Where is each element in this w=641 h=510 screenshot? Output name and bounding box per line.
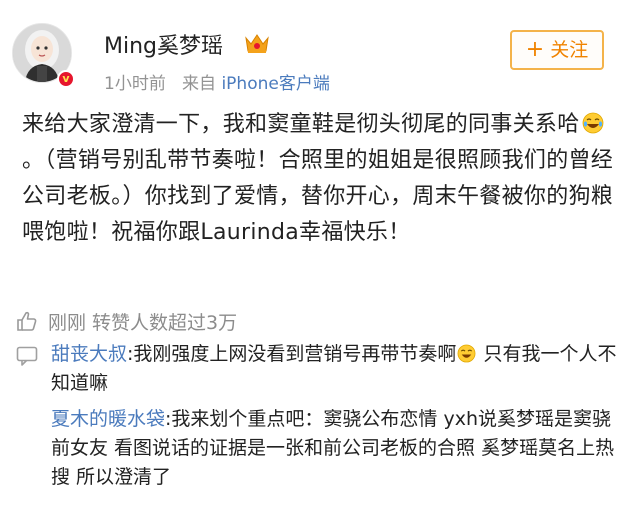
- laugh-cry-emoji-icon: [582, 112, 603, 134]
- post-text: 来给大家澄清一下，我和窦童鞋是彻头彻尾的同事关系哈 。（营销号别乱带节奏啦！合照…: [22, 107, 622, 251]
- post-text-part2: 。（营销号别乱带节奏啦！合照里的姐姐是很照顾我们的曾经公司老板。）你找到了爱情，…: [22, 148, 614, 245]
- post-time: 1小时前: [104, 74, 166, 94]
- source-link[interactable]: iPhone客户端: [221, 74, 329, 94]
- comment-body: 夏木的暖水袋:我来划个重点吧：窦骁公布恋情 yxh说奚梦瑶是窦骁前女友 看图说话…: [51, 405, 621, 492]
- source-prefix: 来自: [182, 74, 217, 94]
- post-stats: 刚刚 转赞人数超过3万: [16, 308, 237, 335]
- post-text-part1: 来给大家澄清一下，我和窦童鞋是彻头彻尾的同事关系哈: [22, 112, 580, 137]
- comment-body: 甜丧大叔:我刚强度上网没看到营销号再带节奏啊 只有我一个人不知道嘛: [51, 340, 621, 398]
- verified-badge-icon: v: [57, 70, 75, 88]
- follow-label: 关注: [550, 39, 589, 61]
- comment-author[interactable]: 夏木的暖水袋: [51, 408, 165, 430]
- comment-icon: [16, 346, 38, 366]
- post-meta: 1小时前 来自 iPhone客户端: [104, 69, 330, 94]
- plus-icon: +: [525, 37, 545, 62]
- stats-text: 刚刚 转赞人数超过3万: [48, 312, 238, 334]
- comment-author[interactable]: 甜丧大叔: [51, 343, 127, 365]
- username[interactable]: Ming奚梦瑶: [104, 28, 223, 60]
- comment-text: :我刚强度上网没看到营销号再带节奏啊: [127, 343, 457, 365]
- follow-button[interactable]: + 关注: [510, 30, 604, 70]
- crown-badge-icon[interactable]: [244, 32, 270, 54]
- weibo-post: v Ming奚梦瑶 1小时前 来自 iPhone客户端 + 关注 来给大家澄清一下…: [0, 0, 641, 510]
- thumb-up-icon[interactable]: [16, 310, 38, 332]
- laugh-emoji-icon: [457, 344, 476, 363]
